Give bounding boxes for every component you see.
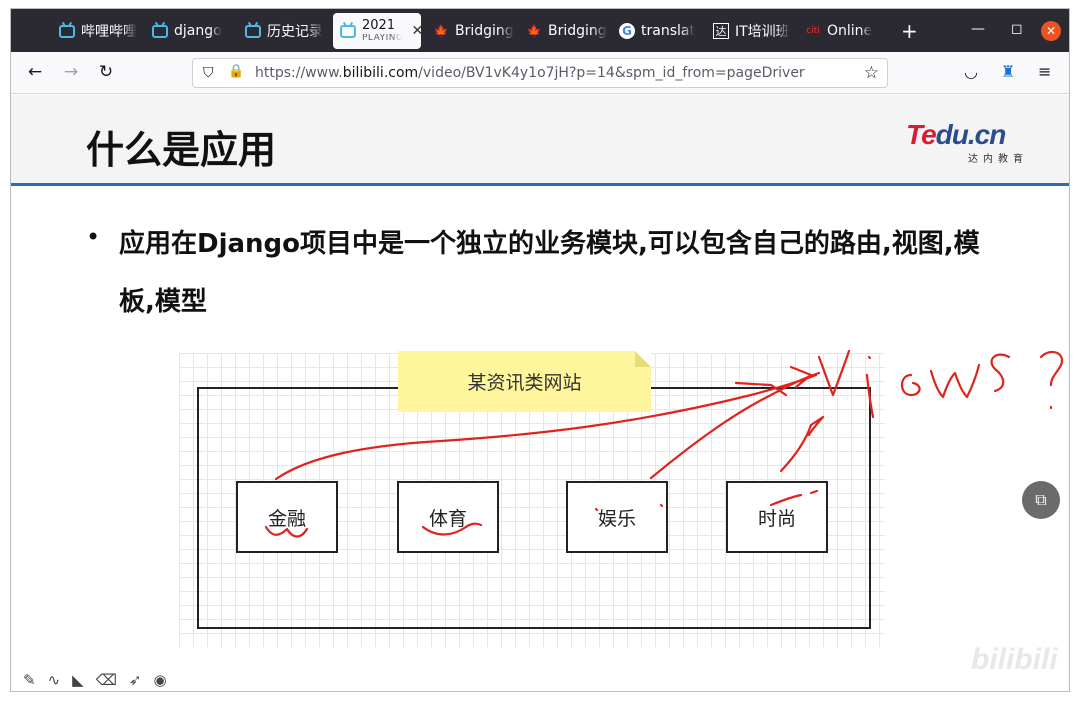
handwriting-question — [1039, 350, 1064, 387]
tab-it-training[interactable]: 达 IT培训班 — [713, 15, 795, 47]
tab-bridging-2[interactable]: 🍁 Bridging — [526, 15, 608, 47]
tab-label: Bridging — [455, 23, 514, 39]
tab-django[interactable]: django — [152, 15, 232, 47]
slide-title: 什么是应用 — [86, 128, 277, 172]
logo-subtitle: 达内教育 — [968, 154, 1028, 165]
tab-label: django — [174, 23, 222, 39]
annotation-toolbar: ✎ ∿ ◣ ⌫ ➶ ◉ — [23, 671, 167, 689]
tab-bridging-1[interactable]: 🍁 Bridging — [433, 15, 515, 47]
new-tab-button[interactable]: + — [901, 19, 918, 43]
menu-icon[interactable]: ≡ — [1038, 62, 1051, 81]
bilibili-icon — [152, 23, 168, 39]
progress-indicator — [11, 691, 53, 692]
navigation-toolbar: ← → ↻ ⛉ 🔒 https://www.bilibili.com/video… — [11, 52, 1069, 94]
tab-label: IT培训班 — [735, 24, 790, 40]
app-box-fashion: 时尚 — [726, 481, 828, 553]
picture-in-picture-button[interactable]: ⧉ — [1022, 481, 1060, 519]
website-label-note: 某资讯类网站 — [398, 351, 651, 412]
maximize-icon[interactable]: ◻ — [1011, 21, 1023, 37]
record-icon[interactable]: ◉ — [154, 671, 167, 689]
shield-icon[interactable]: ⛉ — [203, 65, 214, 81]
window-close-icon[interactable]: ✕ — [1041, 21, 1061, 41]
tab-label: 历史记录 — [267, 24, 323, 40]
lock-icon[interactable]: 🔒 — [228, 64, 244, 79]
tab-online[interactable]: citi Online — [805, 15, 885, 47]
tarena-icon: 达 — [713, 23, 729, 39]
tab-label: translat — [641, 23, 695, 39]
handwriting-w — [929, 363, 981, 399]
bullet-dot: • — [86, 223, 101, 251]
url-text[interactable]: https://www.bilibili.com/video/BV1vK4y1o… — [255, 65, 805, 81]
slide-header: 什么是应用 Tedu.cn 达内教育 — [11, 95, 1069, 183]
browser-window: 哔哩哔哩 django 历史记录 2021 PLAYING ✕ 🍁 Bridgi… — [10, 8, 1070, 692]
handwriting-s — [990, 353, 1011, 393]
app-box-finance: 金融 — [236, 481, 338, 553]
bilibili-icon — [340, 23, 356, 39]
tab-label: 2021 — [362, 19, 396, 32]
header-divider — [11, 183, 1069, 186]
bilibili-watermark: bilibili — [971, 643, 1058, 676]
citi-icon: citi — [806, 26, 820, 36]
minimize-icon[interactable]: — — [971, 21, 985, 37]
highlighter-icon[interactable]: ◣ — [72, 671, 84, 689]
address-bar[interactable]: ⛉ 🔒 https://www.bilibili.com/video/BV1vK… — [192, 58, 888, 88]
reload-icon[interactable]: ↻ — [96, 62, 116, 82]
back-arrow-icon[interactable]: ← — [25, 62, 45, 82]
pencil-icon[interactable]: ✎ — [23, 671, 36, 689]
tab-label: Bridging — [548, 23, 607, 39]
extension-icon[interactable]: ♜ — [1001, 62, 1015, 81]
bilibili-icon — [245, 23, 261, 39]
tab-translate[interactable]: G translat — [619, 15, 701, 47]
tab-history[interactable]: 历史记录 — [245, 15, 325, 47]
forward-arrow-icon[interactable]: → — [61, 62, 81, 82]
freehand-icon[interactable]: ∿ — [48, 671, 61, 689]
app-box-sports: 体育 — [397, 481, 499, 553]
tedu-logo: Tedu.cn 达内教育 — [906, 119, 1028, 165]
pointer-icon[interactable]: ➶ — [129, 671, 142, 689]
tab-label: 哔哩哔哩 — [81, 24, 137, 40]
bookmark-star-icon[interactable]: ☆ — [864, 63, 879, 83]
tab-bar: 哔哩哔哩 django 历史记录 2021 PLAYING ✕ 🍁 Bridgi… — [11, 9, 1069, 52]
tab-label: Online — [827, 23, 873, 39]
pocket-icon[interactable]: ◡ — [964, 62, 978, 81]
bilibili-icon — [59, 23, 75, 39]
google-icon: G — [619, 23, 635, 39]
tab-bilibili-home[interactable]: 哔哩哔哩 — [59, 15, 139, 47]
tab-playing-video[interactable]: 2021 PLAYING ✕ — [333, 13, 421, 49]
video-player-area[interactable]: 什么是应用 Tedu.cn 达内教育 • 应用在Django项目中是一个独立的业… — [11, 95, 1069, 692]
app-box-entertainment: 娱乐 — [566, 481, 668, 553]
maple-leaf-icon: 🍁 — [433, 24, 449, 38]
maple-leaf-icon: 🍁 — [526, 24, 542, 38]
tab-playing-label: PLAYING — [362, 34, 404, 43]
eraser-icon[interactable]: ⌫ — [96, 671, 117, 689]
bullet-text: 应用在Django项目中是一个独立的业务模块,可以包含自己的路由,视图,模板,模… — [119, 229, 980, 317]
close-tab-icon[interactable]: ✕ — [411, 23, 421, 39]
